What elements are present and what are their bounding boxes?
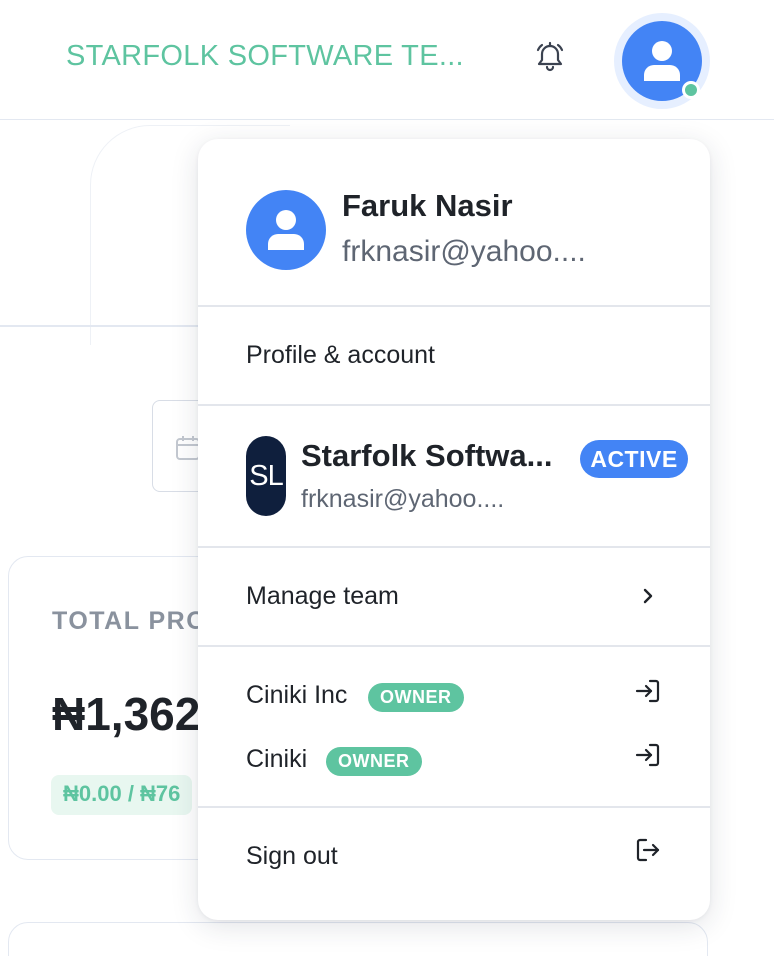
owner-badge: OWNER [326,747,422,776]
login-icon[interactable] [634,677,662,705]
user-avatar-button[interactable] [614,13,710,109]
switch-team-row[interactable]: Ciniki Inc OWNER [198,669,710,721]
sign-out-button[interactable]: Sign out [198,808,710,908]
app-page: TOTAL PRO ₦1,362 ₦0.00 / ₦76 STARFOLK SO… [0,0,774,956]
bottom-card [8,922,708,956]
sign-out-label: Sign out [246,842,338,870]
account-dropdown: Faruk Nasir frknasir@yahoo.... Profile &… [198,139,710,920]
card-amount: ₦1,362 [52,688,201,740]
switch-team-row[interactable]: Ciniki OWNER [198,733,710,785]
user-name: Faruk Nasir [342,188,513,223]
section-divider [0,325,220,327]
divider [198,645,710,647]
current-team-email: frknasir@yahoo.... [301,485,505,513]
bell-icon[interactable] [530,38,570,78]
online-status-indicator [682,81,700,99]
manage-team-label: Manage team [246,582,399,610]
user-icon [246,190,326,270]
chevron-right-icon [636,582,660,610]
card-label: TOTAL PRO [52,607,208,635]
user-email: frknasir@yahoo.... [342,235,586,268]
team-name: Ciniki [246,745,308,773]
top-header: STARFOLK SOFTWARE TE... [0,0,774,120]
profile-account-label: Profile & account [246,341,435,369]
owner-badge: OWNER [368,683,464,712]
profile-account-link[interactable]: Profile & account [198,307,710,403]
org-title[interactable]: STARFOLK SOFTWARE TE... [66,40,464,73]
team-name: Ciniki Inc [246,681,348,709]
divider [198,404,710,406]
current-team-name: Starfolk Softwa... [301,438,553,473]
logout-icon [634,836,662,864]
login-icon[interactable] [634,741,662,769]
card-progress-pill: ₦0.00 / ₦76 [51,775,193,815]
team-logo: SL [246,436,286,516]
active-badge: ACTIVE [580,440,688,478]
manage-team-link[interactable]: Manage team [198,548,710,644]
